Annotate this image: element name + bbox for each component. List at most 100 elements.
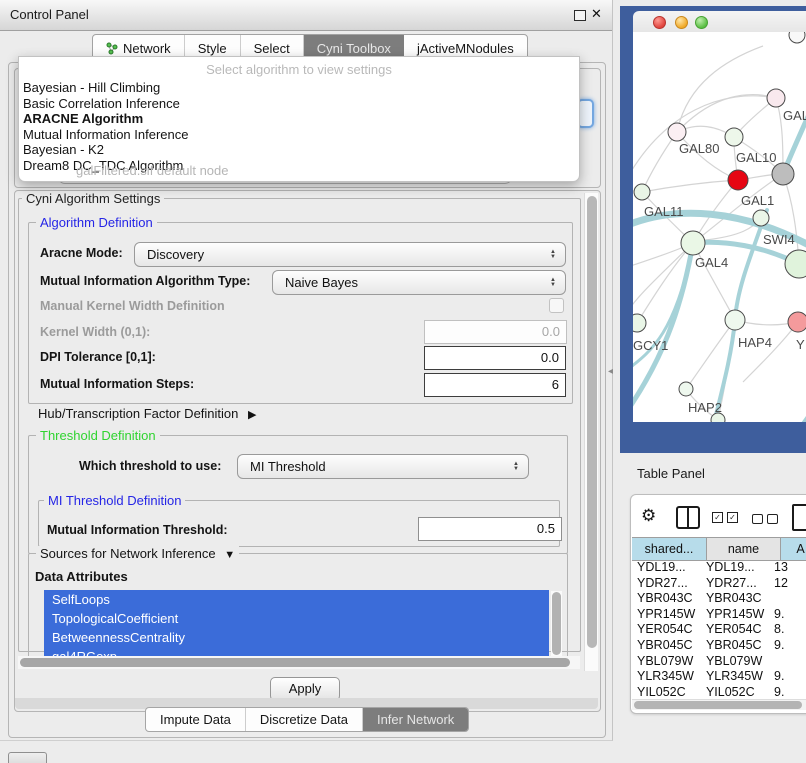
column-header-a[interactable]: A: [781, 538, 806, 560]
split-column-icon[interactable]: [676, 506, 700, 529]
attribute-item[interactable]: TopologicalCoefficient: [44, 609, 549, 628]
network-node-gal[interactable]: [767, 89, 785, 107]
algorithm-option[interactable]: Bayesian - K2: [23, 142, 573, 158]
table-row[interactable]: YDR27...YDR27...12: [632, 576, 806, 592]
table-cell[interactable]: YDL19...: [701, 560, 769, 576]
data-attributes-list[interactable]: SelfLoopsTopologicalCoefficientBetweenne…: [44, 590, 549, 657]
tab-infer-network[interactable]: Infer Network: [363, 708, 468, 731]
float-window-icon[interactable]: [574, 10, 586, 21]
table-row[interactable]: YDL19...YDL19...13: [632, 560, 806, 576]
minimize-traffic-light-icon[interactable]: [675, 16, 688, 29]
close-icon[interactable]: ✕: [591, 6, 602, 22]
tab-impute-data[interactable]: Impute Data: [146, 708, 246, 731]
bottom-partial-button[interactable]: [8, 752, 47, 763]
gear-icon[interactable]: ⚙: [641, 506, 656, 526]
deselect-checkboxes-icon[interactable]: [752, 514, 763, 524]
network-node-gal1[interactable]: [728, 170, 748, 190]
network-view-window[interactable]: GALGAL80GAL10GAL1GAL11SWI4GAL4HAP4YGCY1H…: [620, 6, 806, 453]
deselect-checkboxes-icon[interactable]: [767, 514, 778, 524]
table-row[interactable]: YBR043CYBR043C: [632, 591, 806, 607]
table-row[interactable]: YPR145WYPR145W9.: [632, 607, 806, 623]
attributes-scrollbar-thumb[interactable]: [552, 592, 561, 655]
aracne-mode-combo[interactable]: Discovery ▲▼: [134, 242, 566, 267]
network-node-hap4[interactable]: [725, 310, 745, 330]
mi-threshold-field[interactable]: 0.5: [418, 517, 562, 541]
table-cell[interactable]: YER054C: [632, 622, 701, 638]
settings-vertical-scrollbar[interactable]: [584, 193, 598, 671]
attribute-item[interactable]: BetweennessCentrality: [44, 628, 549, 647]
kernel-width-field[interactable]: 0.0: [424, 320, 567, 344]
close-traffic-light-icon[interactable]: [653, 16, 666, 29]
table-cell[interactable]: YIL052C: [701, 685, 769, 700]
network-node-swi4[interactable]: [753, 210, 769, 226]
algorithm-option[interactable]: ARACNE Algorithm: [23, 111, 573, 127]
table-cell[interactable]: YLR345W: [632, 669, 701, 685]
table-cell[interactable]: YIL052C: [632, 685, 701, 700]
network-node-gcy1[interactable]: [633, 314, 646, 332]
network-node-gal4[interactable]: [681, 231, 705, 255]
table-cell[interactable]: YBR043C: [632, 591, 701, 607]
network-node-gal11[interactable]: [634, 184, 650, 200]
table-cell[interactable]: YDR27...: [632, 576, 701, 592]
table-cell[interactable]: 13: [769, 560, 806, 576]
table-cell[interactable]: YBL079W: [701, 654, 769, 670]
algorithm-option[interactable]: Basic Correlation Inference: [23, 96, 573, 112]
sources-toggle[interactable]: Sources for Network Inference ▼: [36, 546, 239, 561]
hub-definition-toggle[interactable]: Hub/Transcription Factor Definition ▶: [38, 406, 256, 421]
network-node-hap2[interactable]: [679, 382, 693, 396]
table-cell[interactable]: YER054C: [701, 622, 769, 638]
select-all-checkboxes-icon[interactable]: ✓: [712, 512, 723, 523]
table-cell[interactable]: 12: [769, 576, 806, 592]
settings-hscroll-thumb[interactable]: [20, 658, 570, 667]
table-cell[interactable]: 9.: [769, 669, 806, 685]
settings-vscroll-thumb[interactable]: [587, 196, 597, 648]
table-row[interactable]: YBL079WYBL079W: [632, 654, 806, 670]
attributes-scrollbar[interactable]: [551, 591, 562, 657]
split-pane-collapse-icon[interactable]: ◂: [608, 366, 613, 377]
network-node[interactable]: [789, 32, 805, 43]
table-cell[interactable]: YBL079W: [632, 654, 701, 670]
select-all-checkboxes-icon[interactable]: ✓: [727, 512, 738, 523]
which-threshold-combo[interactable]: MI Threshold ▲▼: [237, 454, 529, 479]
zoom-traffic-light-icon[interactable]: [695, 16, 708, 29]
table-cell[interactable]: 9.: [769, 638, 806, 654]
table-cell[interactable]: [769, 654, 806, 670]
network-node[interactable]: [711, 413, 725, 422]
table-cell[interactable]: YPR145W: [701, 607, 769, 623]
table-cell[interactable]: 9.: [769, 685, 806, 700]
network-node[interactable]: [785, 250, 806, 278]
table-row[interactable]: YBR045CYBR045C9.: [632, 638, 806, 654]
table-cell[interactable]: YDR27...: [701, 576, 769, 592]
network-node-y[interactable]: [788, 312, 806, 332]
algorithm-option[interactable]: Mutual Information Inference: [23, 127, 573, 143]
table-cell[interactable]: 9.: [769, 607, 806, 623]
network-node-gal80[interactable]: [668, 123, 686, 141]
table-cell[interactable]: 8.: [769, 622, 806, 638]
mi-type-combo[interactable]: Naive Bayes ▲▼: [272, 270, 566, 295]
document-icon[interactable]: [792, 504, 806, 531]
dpi-tolerance-field[interactable]: 0.0: [424, 346, 566, 370]
network-node[interactable]: [772, 163, 794, 185]
attribute-item[interactable]: SelfLoops: [44, 590, 549, 609]
table-cell[interactable]: YBR045C: [632, 638, 701, 654]
table-cell[interactable]: YBR043C: [701, 591, 769, 607]
table-cell[interactable]: [769, 591, 806, 607]
table-cell[interactable]: YBR045C: [701, 638, 769, 654]
column-header-shared[interactable]: shared...: [632, 538, 707, 560]
mi-steps-field[interactable]: 6: [424, 373, 566, 397]
table-hscroll-thumb[interactable]: [634, 701, 802, 709]
table-row[interactable]: YIL052CYIL052C9.: [632, 685, 806, 700]
column-header-name[interactable]: name: [707, 538, 781, 560]
table-cell[interactable]: YPR145W: [632, 607, 701, 623]
table-cell[interactable]: YLR345W: [701, 669, 769, 685]
manual-kernel-checkbox[interactable]: [549, 298, 564, 313]
table-row[interactable]: YLR345WYLR345W9.: [632, 669, 806, 685]
settings-horizontal-scrollbar[interactable]: [18, 656, 580, 669]
tab-discretize-data[interactable]: Discretize Data: [246, 708, 363, 731]
algorithm-option[interactable]: Bayesian - Hill Climbing: [23, 80, 573, 96]
table-horizontal-scrollbar[interactable]: [632, 699, 806, 710]
network-canvas[interactable]: GALGAL80GAL10GAL1GAL11SWI4GAL4HAP4YGCY1H…: [633, 32, 806, 422]
network-node-gal10[interactable]: [725, 128, 743, 146]
network-window-titlebar[interactable]: [633, 11, 806, 33]
table-row[interactable]: YER054CYER054C8.: [632, 622, 806, 638]
